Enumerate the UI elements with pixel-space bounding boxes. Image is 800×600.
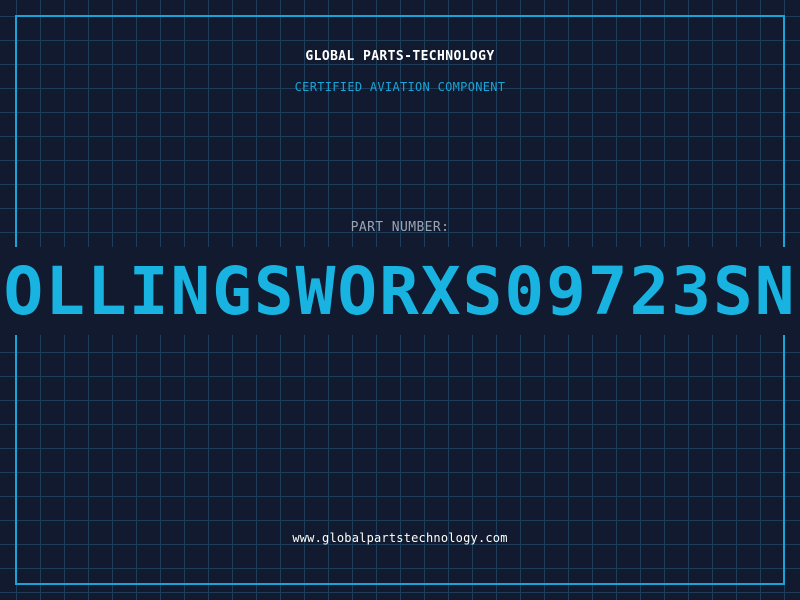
website-url: www.globalpartstechnology.com xyxy=(292,531,508,545)
certification-subtitle: CERTIFIED AVIATION COMPONENT xyxy=(294,80,506,94)
part-number-band: OLLINGSWORXS09723SN xyxy=(0,247,800,335)
brand-name: GLOBAL PARTS-TECHNOLOGY xyxy=(305,49,495,64)
part-number-value: OLLINGSWORXS09723SN xyxy=(3,253,797,330)
part-number-label: PART NUMBER: xyxy=(350,220,450,235)
